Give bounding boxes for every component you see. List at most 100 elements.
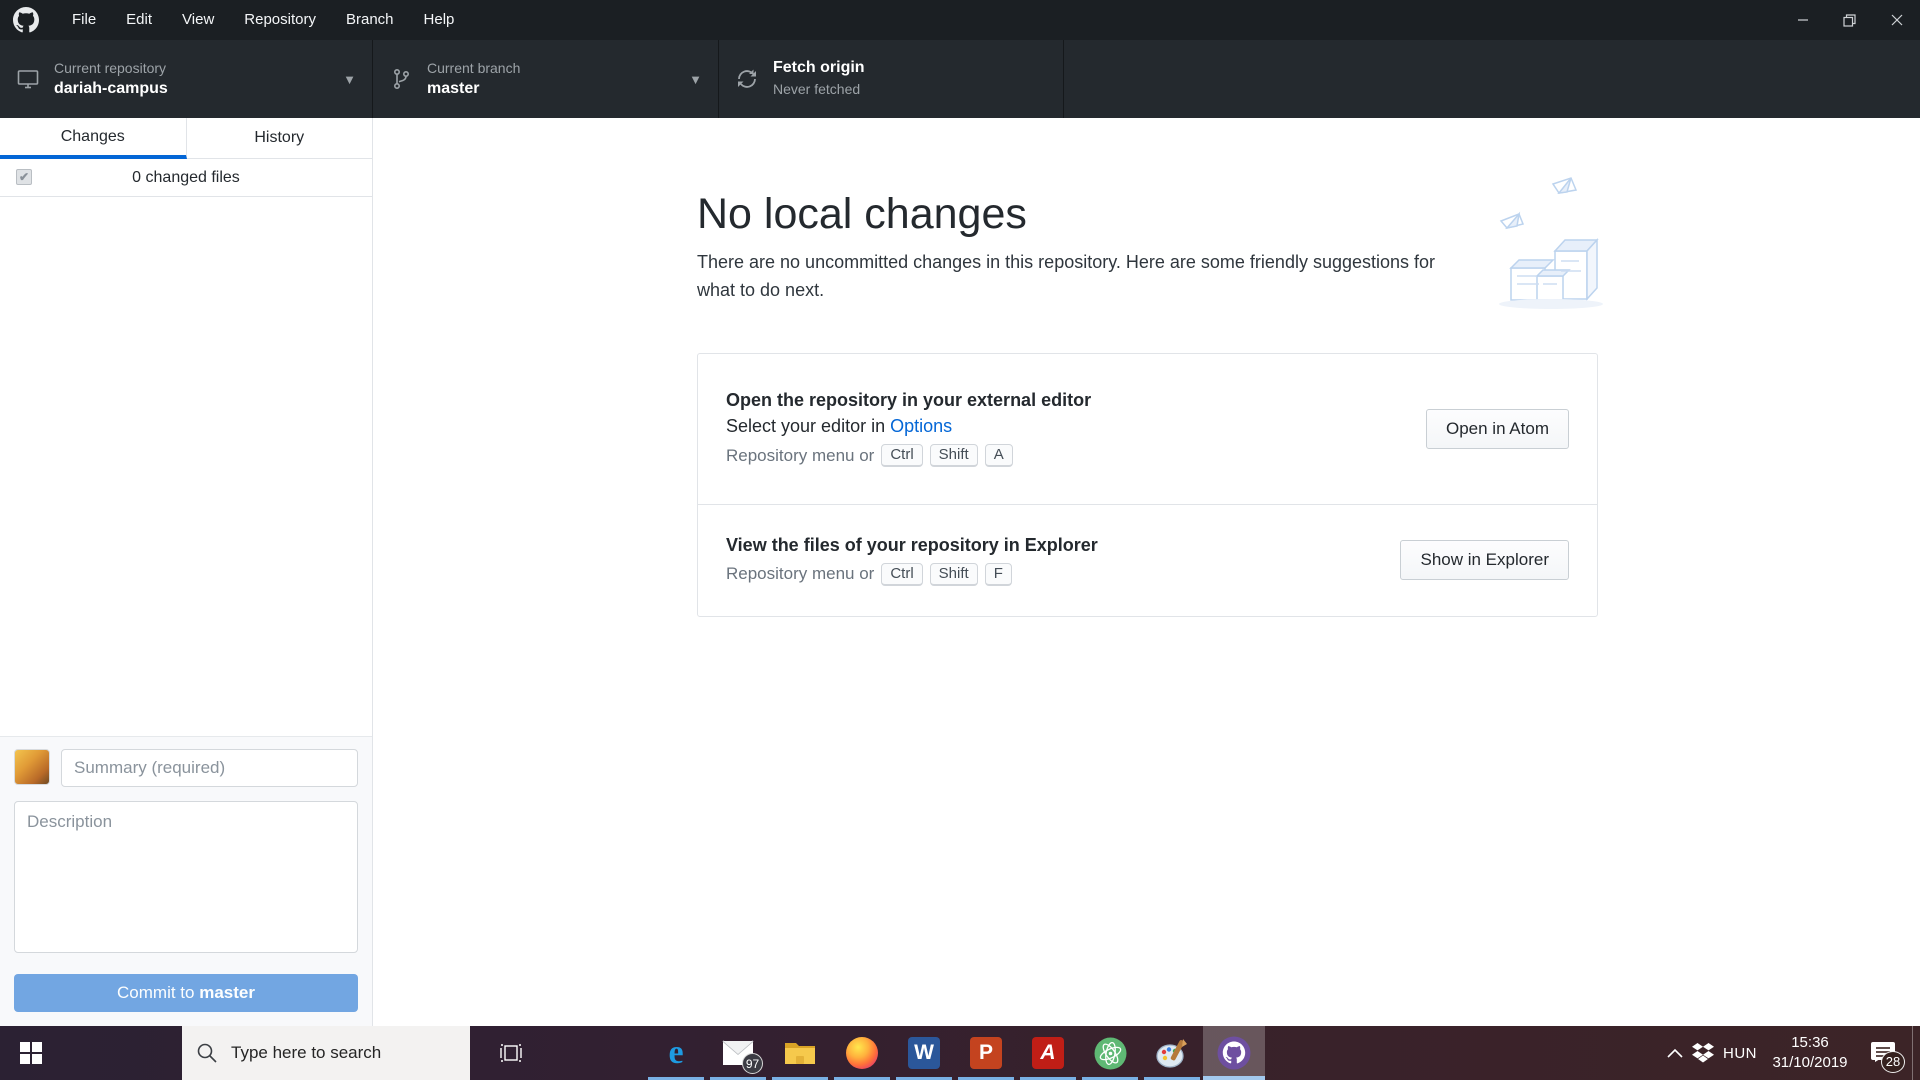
titlebar: File Edit View Repository Branch Help <box>0 0 1920 40</box>
taskbar-word[interactable]: W <box>893 1026 955 1080</box>
tray-chevron-icon[interactable] <box>1667 1048 1683 1058</box>
start-button[interactable] <box>0 1026 62 1080</box>
clock[interactable]: 15:36 31/10/2019 <box>1766 1033 1854 1074</box>
word-icon: W <box>908 1037 940 1069</box>
sidebar: Changes History ✔ 0 changed files Commit… <box>0 118 373 1026</box>
main-content: No local changes There are no uncommitte… <box>373 118 1920 1026</box>
paint-icon <box>1156 1039 1187 1068</box>
sync-icon <box>738 69 756 88</box>
chevron-down-icon: ▼ <box>343 71 356 87</box>
no-changes-illustration <box>1499 177 1603 309</box>
close-button[interactable] <box>1873 0 1920 40</box>
dropbox-icon[interactable] <box>1692 1043 1714 1063</box>
page-subtitle: There are no uncommitted changes in this… <box>697 252 1436 300</box>
taskbar-paint[interactable] <box>1141 1026 1203 1080</box>
fetch-origin-status: Never fetched <box>773 81 861 98</box>
commit-button-prefix: Commit to <box>117 983 200 1002</box>
tab-history[interactable]: History <box>186 118 372 159</box>
taskbar-edge[interactable]: e <box>645 1026 707 1080</box>
sidebar-tabs: Changes History <box>0 118 372 159</box>
current-branch-value: master <box>427 79 480 97</box>
open-in-atom-button[interactable]: Open in Atom <box>1425 408 1569 449</box>
windows-logo-icon <box>20 1042 42 1064</box>
card-line-text: Select your editor in <box>726 416 891 437</box>
acrobat-icon: A <box>1032 1037 1064 1069</box>
tray-date: 31/10/2019 <box>1772 1054 1848 1071</box>
monitor-icon <box>17 70 39 89</box>
powerpoint-icon: P <box>970 1037 1002 1069</box>
card-title: Open the repository in your external edi… <box>726 390 1092 411</box>
changed-files-row: ✔ 0 changed files <box>0 159 372 197</box>
menu-help[interactable]: Help <box>409 0 470 40</box>
file-explorer-icon <box>785 1043 815 1064</box>
key-shift: Shift <box>929 444 978 468</box>
system-tray: HUN 15:36 31/10/2019 28 <box>1667 1026 1920 1080</box>
menu-edit[interactable]: Edit <box>111 0 167 40</box>
taskbar-explorer[interactable] <box>769 1026 831 1080</box>
taskbar-powerpoint[interactable]: P <box>955 1026 1017 1080</box>
changed-files-count: 0 changed files <box>132 168 240 186</box>
card-show-explorer: View the files of your repository in Exp… <box>698 503 1597 616</box>
menu-repository[interactable]: Repository <box>229 0 331 40</box>
commit-form: Commit to master <box>0 736 372 1026</box>
options-link[interactable]: Options <box>890 416 952 436</box>
search-placeholder: Type here to search <box>231 1043 382 1062</box>
commit-button-branch: master <box>199 983 255 1002</box>
card-open-editor: Open the repository in your external edi… <box>698 354 1597 504</box>
taskbar-firefox[interactable] <box>831 1026 893 1080</box>
menu-branch[interactable]: Branch <box>331 0 409 40</box>
toolbar: Current repository dariah-campus ▼ Curre… <box>0 40 1920 118</box>
tab-changes[interactable]: Changes <box>0 118 187 159</box>
task-view-icon <box>500 1044 522 1062</box>
fetch-origin-button[interactable]: Fetch origin Never fetched <box>719 40 1064 118</box>
taskbar-acrobat[interactable]: A <box>1017 1026 1079 1080</box>
taskbar-atom[interactable] <box>1079 1026 1141 1080</box>
commit-button[interactable]: Commit to master <box>14 974 358 1012</box>
key-f: F <box>984 562 1012 586</box>
avatar <box>14 749 50 785</box>
taskbar-search[interactable]: Type here to search <box>182 1026 470 1080</box>
atom-icon <box>1094 1037 1126 1069</box>
current-repository-label: Current repository <box>54 60 167 77</box>
taskbar-github-desktop[interactable] <box>1203 1026 1265 1080</box>
language-indicator[interactable]: HUN <box>1723 1045 1757 1062</box>
window-controls <box>1779 0 1920 40</box>
minimize-button[interactable] <box>1779 0 1826 40</box>
branch-icon <box>394 68 410 89</box>
pinned-apps: e 97 W P A <box>645 1026 1265 1080</box>
task-view-button[interactable] <box>480 1026 542 1080</box>
menu-file[interactable]: File <box>57 0 111 40</box>
firefox-icon <box>846 1037 878 1069</box>
shortcut-text: Repository menu or <box>726 445 875 465</box>
page-title: No local changes <box>697 190 1027 238</box>
taskbar-mail[interactable]: 97 <box>707 1026 769 1080</box>
tray-time: 15:36 <box>1791 1033 1829 1051</box>
notification-center-button[interactable]: 28 <box>1863 1033 1905 1073</box>
menu-view[interactable]: View <box>167 0 229 40</box>
fetch-origin-label: Fetch origin <box>773 59 865 77</box>
show-desktop-button[interactable] <box>1912 1026 1917 1080</box>
card-title: View the files of your repository in Exp… <box>726 534 1098 555</box>
current-repository-value: dariah-campus <box>54 79 168 97</box>
current-branch-label: Current branch <box>427 60 521 77</box>
summary-input[interactable] <box>61 749 358 787</box>
notification-count-badge: 28 <box>1881 1051 1905 1073</box>
key-ctrl: Ctrl <box>881 562 923 586</box>
key-shift: Shift <box>929 562 978 586</box>
maximize-button[interactable] <box>1826 0 1873 40</box>
suggestion-cards: Open the repository in your external edi… <box>697 352 1598 617</box>
mail-unread-badge: 97 <box>742 1053 763 1074</box>
shortcut-text: Repository menu or <box>726 564 875 584</box>
github-desktop-icon <box>1217 1036 1251 1070</box>
current-repository-button[interactable]: Current repository dariah-campus ▼ <box>0 40 373 118</box>
show-in-explorer-button[interactable]: Show in Explorer <box>1400 540 1569 581</box>
select-all-checkbox[interactable]: ✔ <box>16 169 32 185</box>
github-logo-icon <box>13 7 39 33</box>
edge-icon: e <box>668 1034 684 1071</box>
current-branch-button[interactable]: Current branch master ▼ <box>373 40 719 118</box>
key-a: A <box>984 444 1013 468</box>
taskbar: Type here to search e 97 W P A HUN 15:36… <box>0 1026 1920 1080</box>
changes-list-empty <box>0 197 372 736</box>
key-ctrl: Ctrl <box>881 444 923 468</box>
description-input[interactable] <box>14 801 358 953</box>
